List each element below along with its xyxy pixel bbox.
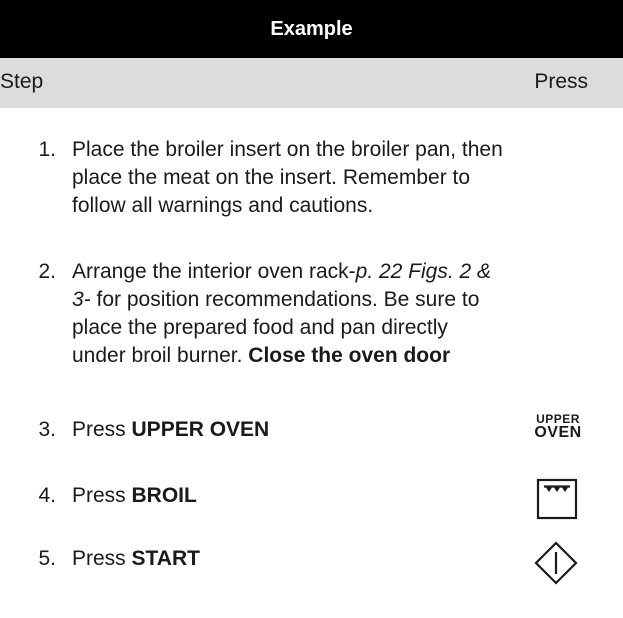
start-key-icon <box>534 541 578 590</box>
figure-reference: p. 22 Figs. 2 & <box>355 260 492 283</box>
step-number: 2. <box>38 260 56 283</box>
step-line: 3- for position recommendations. Be sure… <box>72 286 623 314</box>
step-line: Arrange the interior oven rack-p. 22 Fig… <box>72 258 623 286</box>
table-title: Example <box>270 17 353 40</box>
step-text-run: Press <box>72 484 132 507</box>
table-title-bar: Example <box>0 0 623 58</box>
column-header-press: Press <box>534 70 588 93</box>
key-name: UPPER OVEN <box>131 418 270 441</box>
step-text-run: Arrange the interior oven rack- <box>72 260 356 283</box>
key-name: BROIL <box>131 484 197 507</box>
step-text: Arrange the interior oven rack-p. 22 Fig… <box>72 258 623 370</box>
step-line: Place the broiler insert on the broiler … <box>72 138 503 161</box>
step-number: 3. <box>38 418 56 441</box>
step-line: place the meat on the insert. Remember t… <box>72 166 471 189</box>
upper-oven-key-icon: UPPER OVEN <box>528 413 588 441</box>
figure-reference: 3- <box>72 288 91 311</box>
step-text: Place the broiler insert on the broiler … <box>72 136 623 220</box>
broil-key-icon <box>536 478 578 525</box>
step-line: under broil burner. Close the oven door <box>72 342 623 370</box>
step-text-run: under broil burner. <box>72 344 249 367</box>
step-text-run: Press <box>72 547 132 570</box>
step-emphasis: Close the oven door <box>248 344 451 367</box>
step-number: 5. <box>38 547 56 570</box>
step-number: 4. <box>38 484 56 507</box>
step-line: follow all warnings and cautions. <box>72 194 374 217</box>
step-number: 1. <box>38 138 56 161</box>
step-text-run: Press <box>72 418 132 441</box>
step-text-run: for position recommendations. Be sure to <box>90 288 480 311</box>
step-line: place the prepared food and pan directly <box>72 316 448 339</box>
column-header-step: Step <box>0 70 44 93</box>
column-header-row: Step Press <box>0 58 623 108</box>
upper-oven-key-label-big: OVEN <box>534 424 582 441</box>
key-name: START <box>131 547 200 570</box>
